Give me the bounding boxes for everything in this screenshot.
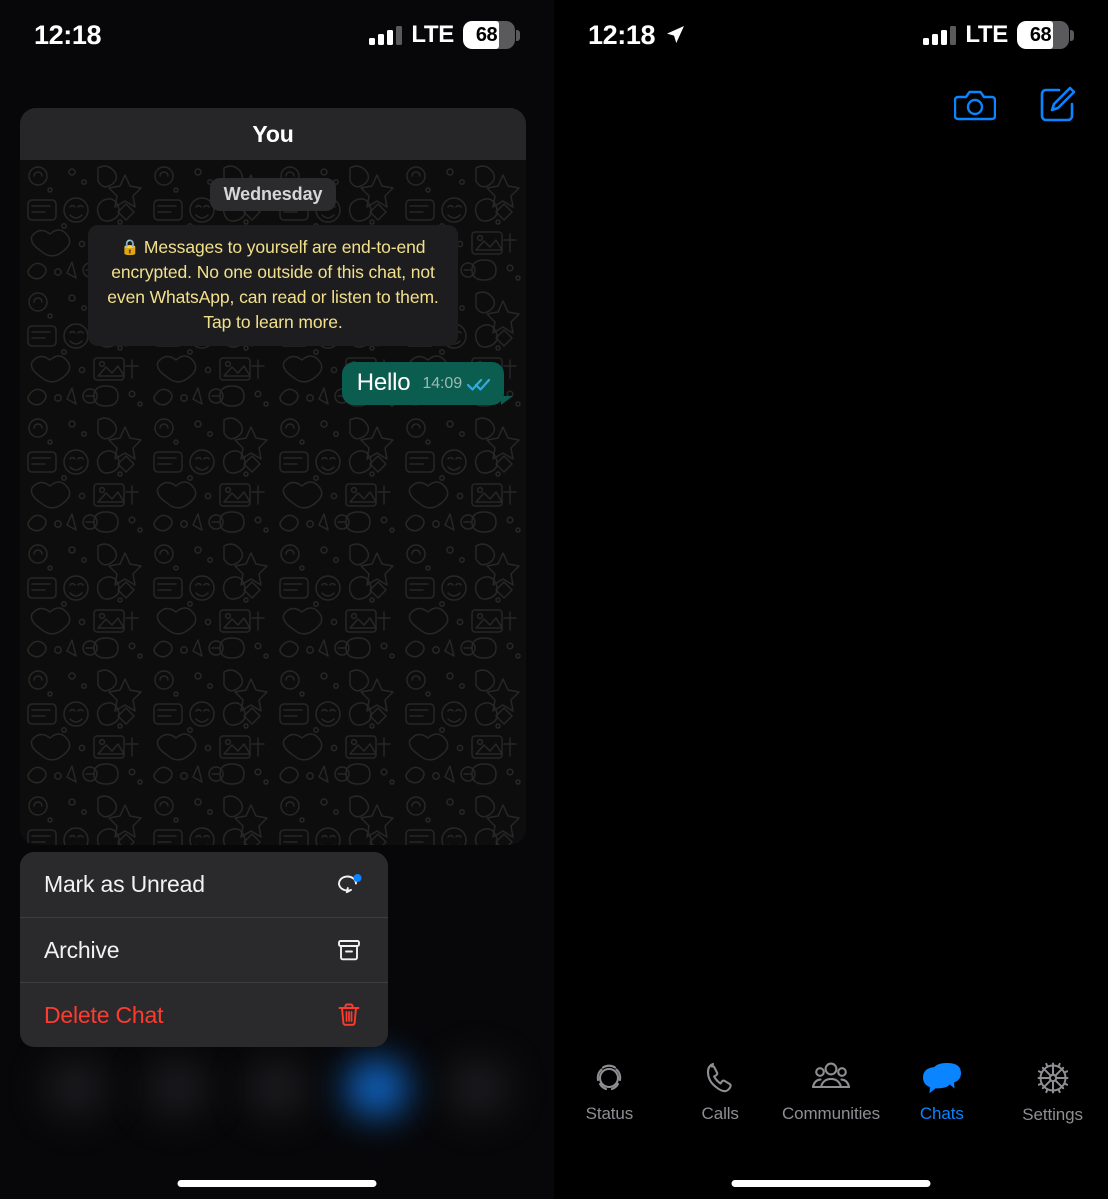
archive-label: Archive — [44, 936, 120, 963]
signal-bars-icon — [369, 25, 403, 45]
right-panel-chats-list: 12:18 LTE 68 Status Calls Communities Ch… — [554, 0, 1108, 1199]
message-meta: 14:09 — [422, 375, 491, 396]
trash-icon — [332, 1000, 366, 1030]
status-indicators: LTE 68 — [923, 21, 1074, 49]
status-time-text: 12:18 — [34, 19, 102, 50]
compose-button[interactable] — [1038, 84, 1078, 129]
location-arrow-icon — [667, 26, 685, 43]
header-actions — [953, 84, 1078, 129]
battery-percent: 68 — [475, 23, 498, 46]
status-time: 12:18 — [588, 20, 686, 51]
tab-settings[interactable]: Settings — [997, 1058, 1108, 1125]
context-menu-item-mark-as-unread[interactable]: Mark as Unread — [20, 852, 388, 917]
chat-preview-card[interactable]: You Wednesday 🔒 Messages to yourself are… — [20, 108, 526, 845]
status-bar-left: 12:18 LTE 68 — [0, 0, 554, 70]
panel-divider — [554, 0, 555, 1199]
tab-chats[interactable]: Chats — [886, 1059, 997, 1124]
delete-chat-label: Delete Chat — [44, 1001, 164, 1028]
blurred-tab-chats — [346, 1060, 409, 1116]
tab-communities[interactable]: Communities — [776, 1059, 887, 1124]
chat-body: Wednesday 🔒 Messages to yourself are end… — [20, 160, 526, 845]
archive-box-icon — [332, 935, 366, 965]
home-indicator-right — [731, 1180, 931, 1187]
battery-icon: 68 — [463, 21, 520, 49]
gear-icon — [1037, 1062, 1069, 1093]
battery-icon: 68 — [1017, 21, 1074, 49]
message-row-outgoing: Hello 14:09 — [36, 362, 514, 405]
blurred-tab-communities — [245, 1060, 308, 1116]
phone-icon — [707, 1062, 732, 1092]
left-panel-chat-view: 12:18 LTE 68 You Wednesday 🔒 Messages to… — [0, 0, 554, 1199]
encryption-notice[interactable]: 🔒 Messages to yourself are end-to-end en… — [36, 225, 510, 347]
dual-screenshot: 12:18 LTE 68 You Wednesday 🔒 Messages to… — [0, 0, 1108, 1199]
signal-bars-icon — [923, 25, 957, 45]
date-chip-label: Wednesday — [209, 178, 337, 211]
tab-settings-label: Settings — [1022, 1104, 1083, 1124]
chats-bubbles-icon — [922, 1062, 961, 1093]
message-bubble[interactable]: Hello 14:09 — [341, 362, 514, 405]
blurred-tab-status — [45, 1060, 108, 1116]
carrier-label: LTE — [411, 21, 454, 48]
tab-calls-label: Calls — [701, 1103, 739, 1123]
communities-icon — [811, 1062, 851, 1088]
double-check-icon — [467, 378, 491, 391]
lock-icon: 🔒 — [120, 239, 140, 256]
tab-calls[interactable]: Calls — [665, 1059, 776, 1124]
status-time-text: 12:18 — [588, 19, 656, 50]
blurred-tab-calls — [145, 1060, 208, 1116]
chat-title: You — [252, 120, 294, 147]
blurred-tab-bar — [0, 1033, 554, 1143]
mark-as-unread-label: Mark as Unread — [44, 871, 205, 897]
encryption-notice-text: Messages to yourself are end-to-end encr… — [107, 237, 439, 332]
status-indicators: LTE 68 — [369, 21, 520, 49]
status-rings-icon — [597, 1064, 622, 1090]
battery-percent: 68 — [1029, 23, 1052, 46]
context-menu-item-archive[interactable]: Archive — [20, 917, 388, 982]
date-separator: Wednesday — [36, 178, 510, 211]
tab-communities-label: Communities — [781, 1103, 881, 1123]
status-time: 12:18 — [34, 20, 101, 51]
camera-button[interactable] — [953, 85, 997, 128]
tab-status[interactable]: Status — [554, 1059, 665, 1124]
chat-bubble-unread-icon — [332, 870, 366, 900]
message-text: Hello — [356, 369, 411, 397]
context-menu: Mark as Unread Archive Delete Chat — [20, 852, 388, 1047]
context-menu-item-delete-chat[interactable]: Delete Chat — [20, 982, 388, 1047]
chat-header: You — [20, 108, 526, 160]
carrier-label: LTE — [965, 21, 1008, 48]
home-indicator-left — [177, 1180, 377, 1187]
tab-chats-label: Chats — [919, 1103, 964, 1123]
blurred-tab-settings — [446, 1060, 509, 1116]
status-bar-right: 12:18 LTE 68 — [554, 0, 1108, 70]
tab-bar: Status Calls Communities Chats Settings — [554, 1036, 1108, 1146]
tab-status-label: Status — [585, 1103, 634, 1123]
message-time: 14:09 — [422, 374, 462, 392]
